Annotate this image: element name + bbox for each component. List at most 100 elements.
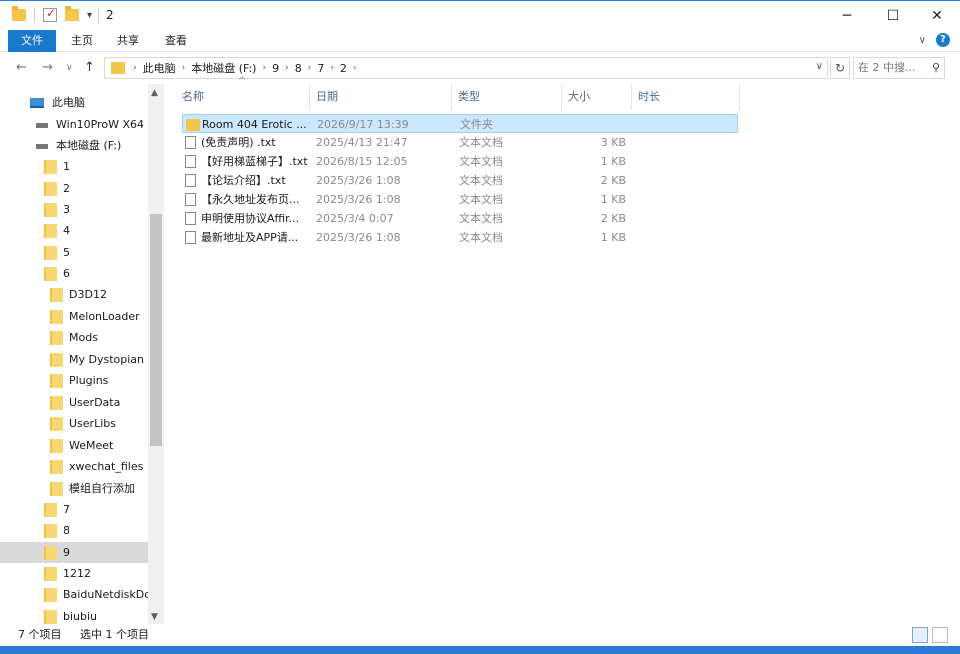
nav-item-folder[interactable]: 1: [0, 156, 148, 177]
minimize-button[interactable]: ─: [824, 1, 870, 31]
column-header-date[interactable]: 日期: [310, 84, 452, 110]
file-date: 2026/9/17 13:39: [317, 118, 409, 131]
search-input[interactable]: 在 2 中搜... ⚲: [853, 57, 945, 79]
breadcrumb-separator[interactable]: ›: [285, 63, 289, 73]
breadcrumb-9[interactable]: 9: [272, 62, 279, 75]
nav-item-label: UserData: [69, 396, 121, 409]
address-dropdown-icon[interactable]: ∨: [816, 61, 823, 72]
file-row[interactable]: 【论坛介绍】.txt 2025/3/26 1:08 文本文档 2 KB: [182, 171, 738, 190]
nav-item-label: 7: [63, 503, 70, 516]
file-type: 文本文档: [459, 193, 503, 206]
folder-icon: [50, 374, 63, 388]
file-row[interactable]: 【永久地址发布页... 2025/3/26 1:08 文本文档 1 KB: [182, 190, 738, 209]
nav-item-drive-f[interactable]: 本地磁盘 (F:): [0, 135, 148, 156]
file-row-selected[interactable]: Room 404 Erotic ... 2026/9/17 13:39 文件夹: [182, 114, 738, 133]
breadcrumb-separator[interactable]: ›: [308, 63, 312, 73]
nav-item-folder[interactable]: MelonLoader: [0, 306, 148, 327]
file-date: 2025/3/26 1:08: [316, 174, 401, 187]
breadcrumb-8[interactable]: 8: [295, 62, 302, 75]
tab-file[interactable]: 文件: [8, 30, 56, 52]
window-bottom-edge: [0, 646, 960, 654]
nav-item-folder[interactable]: Mods: [0, 327, 148, 348]
column-header-size[interactable]: 大小: [562, 84, 632, 110]
help-icon[interactable]: ?: [936, 33, 950, 47]
nav-item-folder[interactable]: D3D12: [0, 284, 148, 305]
back-button[interactable]: ←: [16, 60, 27, 75]
tab-share[interactable]: 共享: [108, 30, 148, 52]
file-row[interactable]: 申明使用协议Affir... 2025/3/4 0:07 文本文档 2 KB: [182, 209, 738, 228]
nav-item-folder[interactable]: 7: [0, 499, 148, 520]
nav-item-folder[interactable]: UserLibs: [0, 413, 148, 434]
breadcrumb-drive-f[interactable]: 本地磁盘 (F:): [191, 60, 256, 76]
tab-home[interactable]: 主页: [62, 30, 102, 52]
nav-item-folder-selected[interactable]: 9: [0, 542, 148, 563]
nav-item-label: 2: [63, 182, 70, 195]
nav-item-folder[interactable]: 8: [0, 520, 148, 541]
view-switcher: [912, 627, 948, 643]
column-header-duration[interactable]: 时长: [632, 84, 740, 110]
properties-icon[interactable]: [43, 6, 57, 22]
nav-item-folder[interactable]: 4: [0, 220, 148, 241]
customize-toolbar-icon[interactable]: ▾: [87, 10, 92, 21]
text-file-icon: [185, 212, 196, 225]
new-folder-icon[interactable]: [65, 6, 79, 21]
folder-icon: [50, 460, 63, 474]
file-list-scrollbar[interactable]: [944, 84, 960, 624]
column-header-type[interactable]: 类型: [452, 84, 562, 110]
column-header-name[interactable]: 名称: [176, 84, 310, 110]
nav-item-folder[interactable]: xwechat_files: [0, 456, 148, 477]
nav-item-label: 4: [63, 224, 70, 237]
scroll-down-icon[interactable]: ▼: [151, 612, 158, 622]
refresh-button[interactable]: ↻: [830, 57, 850, 79]
address-row: ← → ∨ ↑ › 此电脑 › 本地磁盘 (F:) › 9 › 8 › 7 › …: [0, 52, 960, 84]
nav-item-folder[interactable]: 6: [0, 263, 148, 284]
nav-item-folder[interactable]: 3: [0, 199, 148, 220]
file-name: 【论坛介绍】.txt: [201, 174, 286, 187]
file-row[interactable]: 【好用梯蓝梯子】.txt 2026/8/15 12:05 文本文档 1 KB: [182, 152, 738, 171]
breadcrumb-separator[interactable]: ›: [182, 63, 186, 73]
nav-item-label: My Dystopian R: [69, 353, 148, 366]
file-row[interactable]: (免责声明) .txt 2025/4/13 21:47 文本文档 3 KB: [182, 133, 738, 152]
forward-button[interactable]: →: [42, 60, 53, 75]
breadcrumb-this-pc[interactable]: 此电脑: [143, 60, 176, 76]
nav-item-folder[interactable]: 2: [0, 178, 148, 199]
search-icon[interactable]: ⚲: [932, 58, 940, 78]
tab-view[interactable]: 查看: [156, 30, 196, 52]
folder-icon: [50, 331, 63, 345]
nav-item-folder[interactable]: My Dystopian R: [0, 349, 148, 370]
up-button[interactable]: ↑: [84, 60, 95, 75]
recent-locations-button[interactable]: ∨: [66, 63, 73, 73]
close-button[interactable]: ✕: [914, 1, 960, 31]
window-title: 2: [106, 8, 114, 22]
nav-scrollbar[interactable]: ▲ ▼: [148, 84, 164, 624]
nav-item-folder[interactable]: 5: [0, 242, 148, 263]
nav-item-this-pc[interactable]: 此电脑: [0, 92, 148, 113]
breadcrumb-separator[interactable]: ›: [262, 63, 266, 73]
scroll-up-icon[interactable]: ▲: [151, 88, 158, 98]
breadcrumb-separator[interactable]: ›: [330, 63, 334, 73]
folder-icon: [50, 310, 63, 324]
folder-icon: [50, 439, 63, 453]
breadcrumb-7[interactable]: 7: [317, 62, 324, 75]
file-size: 2 KB: [600, 212, 626, 225]
nav-item-folder[interactable]: WeMeet: [0, 435, 148, 456]
address-bar[interactable]: › 此电脑 › 本地磁盘 (F:) › 9 › 8 › 7 › 2 › ∨: [104, 57, 828, 79]
nav-item-folder[interactable]: 1212: [0, 563, 148, 584]
breadcrumb-separator[interactable]: ›: [353, 63, 357, 73]
scrollbar-thumb[interactable]: [150, 214, 162, 446]
expand-ribbon-icon[interactable]: ∨: [919, 35, 926, 46]
nav-item-folder[interactable]: UserData: [0, 392, 148, 413]
large-icons-view-icon[interactable]: [932, 627, 948, 643]
file-row[interactable]: 最新地址及APP请... 2025/3/26 1:08 文本文档 1 KB: [182, 228, 738, 247]
breadcrumb-2[interactable]: 2: [340, 62, 347, 75]
details-view-icon[interactable]: [912, 627, 928, 643]
file-type: 文本文档: [459, 155, 503, 168]
selection-count: 选中 1 个项目: [80, 628, 149, 641]
quick-access-toolbar: ▾: [12, 6, 92, 22]
nav-item-drive-c[interactable]: Win10ProW X64 (C:: [0, 114, 148, 135]
nav-item-folder[interactable]: Plugins: [0, 370, 148, 391]
nav-item-folder[interactable]: biubiu: [0, 606, 148, 624]
nav-item-folder[interactable]: 模组自行添加: [0, 478, 148, 499]
nav-item-folder[interactable]: BaiduNetdiskDow: [0, 584, 148, 605]
maximize-button[interactable]: ☐: [870, 1, 916, 31]
